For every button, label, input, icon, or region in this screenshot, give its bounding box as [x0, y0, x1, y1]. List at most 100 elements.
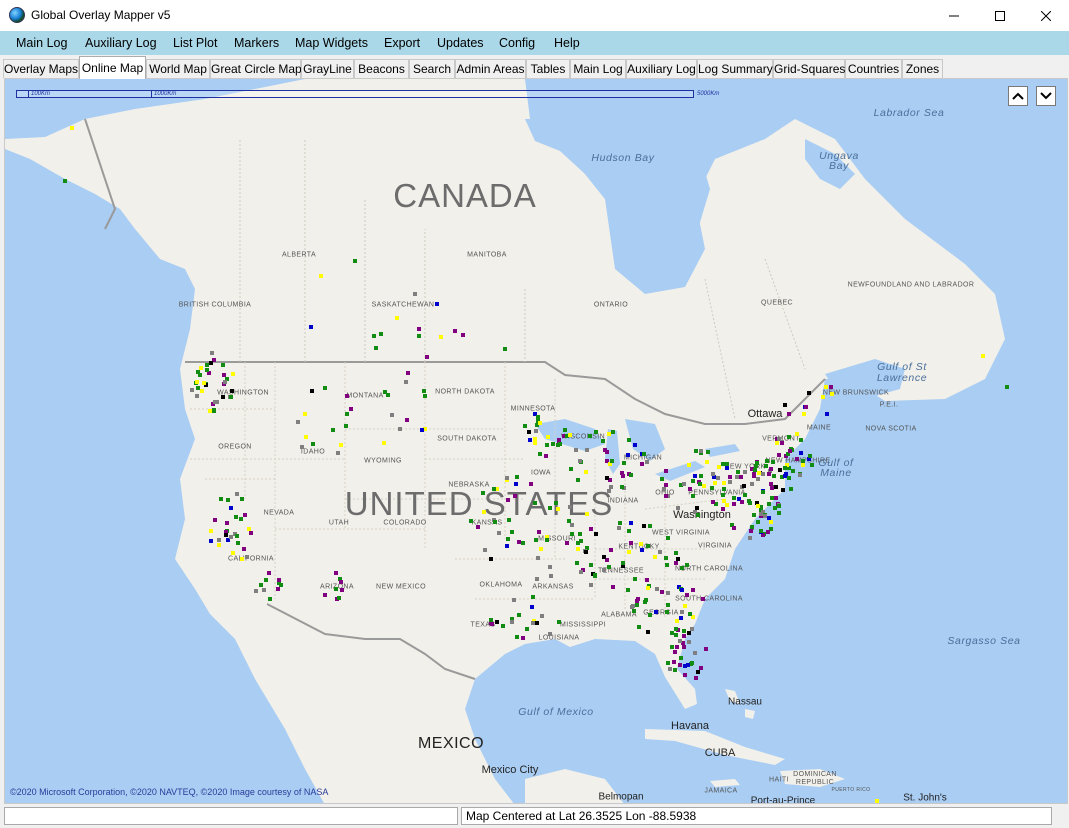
log-marker[interactable]	[493, 520, 497, 524]
log-marker[interactable]	[674, 627, 678, 631]
log-marker[interactable]	[585, 512, 589, 516]
log-marker[interactable]	[704, 647, 708, 651]
log-marker[interactable]	[674, 633, 678, 637]
log-marker[interactable]	[345, 394, 349, 398]
log-marker[interactable]	[635, 603, 639, 607]
log-marker[interactable]	[336, 451, 340, 455]
log-marker[interactable]	[804, 405, 808, 409]
log-marker[interactable]	[589, 563, 593, 567]
log-marker[interactable]	[549, 574, 553, 578]
log-marker[interactable]	[435, 302, 439, 306]
log-marker[interactable]	[309, 325, 313, 329]
log-marker[interactable]	[668, 667, 672, 671]
log-marker[interactable]	[209, 361, 213, 365]
log-marker[interactable]	[808, 454, 812, 458]
log-marker[interactable]	[235, 534, 239, 538]
log-marker[interactable]	[748, 536, 752, 540]
log-marker[interactable]	[691, 479, 695, 483]
log-marker[interactable]	[702, 484, 706, 488]
log-marker[interactable]	[662, 487, 666, 491]
log-marker[interactable]	[331, 428, 335, 432]
tab-zones[interactable]: Zones	[902, 59, 943, 78]
log-marker[interactable]	[654, 610, 658, 614]
log-marker[interactable]	[240, 497, 244, 501]
log-marker[interactable]	[568, 433, 572, 437]
log-marker[interactable]	[676, 506, 680, 510]
log-marker[interactable]	[755, 461, 759, 465]
log-marker[interactable]	[481, 491, 485, 495]
log-marker[interactable]	[774, 485, 778, 489]
log-marker[interactable]	[544, 454, 548, 458]
log-marker[interactable]	[748, 501, 752, 505]
log-marker[interactable]	[621, 561, 625, 565]
log-marker[interactable]	[229, 535, 233, 539]
log-marker[interactable]	[830, 392, 834, 396]
log-marker[interactable]	[685, 593, 689, 597]
log-marker[interactable]	[323, 593, 327, 597]
log-marker[interactable]	[579, 539, 583, 543]
log-marker[interactable]	[605, 476, 609, 480]
log-marker[interactable]	[607, 489, 611, 493]
log-marker[interactable]	[243, 513, 247, 517]
log-marker[interactable]	[694, 449, 698, 453]
log-marker[interactable]	[699, 449, 703, 453]
log-marker[interactable]	[687, 640, 691, 644]
log-marker[interactable]	[767, 472, 771, 476]
log-marker[interactable]	[686, 663, 690, 667]
log-marker[interactable]	[640, 462, 644, 466]
log-marker[interactable]	[799, 451, 803, 455]
log-marker[interactable]	[679, 616, 683, 620]
log-marker[interactable]	[621, 474, 625, 478]
log-marker[interactable]	[548, 632, 552, 636]
tab-main-log[interactable]: Main Log	[570, 59, 626, 78]
log-marker[interactable]	[673, 668, 677, 672]
log-marker[interactable]	[557, 620, 561, 624]
log-marker[interactable]	[334, 587, 338, 591]
log-marker[interactable]	[230, 389, 234, 393]
menu-updates[interactable]: Updates	[429, 31, 492, 55]
log-marker[interactable]	[728, 475, 732, 479]
log-marker[interactable]	[626, 588, 630, 592]
log-marker[interactable]	[337, 596, 341, 600]
log-marker[interactable]	[439, 335, 443, 339]
log-marker[interactable]	[505, 544, 509, 548]
log-marker[interactable]	[666, 661, 670, 665]
tab-great-circle-map[interactable]: Great Circle Map	[210, 59, 302, 78]
log-marker[interactable]	[675, 619, 679, 623]
log-marker[interactable]	[739, 475, 743, 479]
log-marker[interactable]	[534, 429, 538, 433]
log-marker[interactable]	[791, 469, 795, 473]
log-marker[interactable]	[778, 468, 782, 472]
log-marker[interactable]	[495, 620, 499, 624]
log-marker[interactable]	[682, 645, 686, 649]
log-marker[interactable]	[639, 542, 643, 546]
log-marker[interactable]	[618, 521, 622, 525]
log-marker[interactable]	[349, 407, 353, 411]
log-marker[interactable]	[693, 651, 697, 655]
log-marker[interactable]	[981, 354, 985, 358]
log-marker[interactable]	[765, 459, 769, 463]
log-marker[interactable]	[510, 530, 514, 534]
log-marker[interactable]	[345, 412, 349, 416]
log-marker[interactable]	[601, 439, 605, 443]
log-marker[interactable]	[565, 541, 569, 545]
log-marker[interactable]	[705, 460, 709, 464]
log-marker[interactable]	[680, 610, 684, 614]
log-marker[interactable]	[570, 523, 574, 527]
log-marker[interactable]	[691, 588, 695, 592]
log-marker[interactable]	[609, 485, 613, 489]
log-marker[interactable]	[646, 630, 650, 634]
log-marker[interactable]	[578, 532, 582, 536]
log-marker[interactable]	[756, 520, 760, 524]
log-marker[interactable]	[665, 563, 669, 567]
log-marker[interactable]	[536, 556, 540, 560]
log-marker[interactable]	[825, 412, 829, 416]
log-marker[interactable]	[687, 463, 691, 467]
log-marker[interactable]	[563, 428, 567, 432]
log-marker[interactable]	[213, 518, 217, 522]
log-marker[interactable]	[413, 292, 417, 296]
log-marker[interactable]	[517, 540, 521, 544]
log-marker[interactable]	[611, 430, 615, 434]
log-marker[interactable]	[483, 548, 487, 552]
log-marker[interactable]	[533, 501, 537, 505]
